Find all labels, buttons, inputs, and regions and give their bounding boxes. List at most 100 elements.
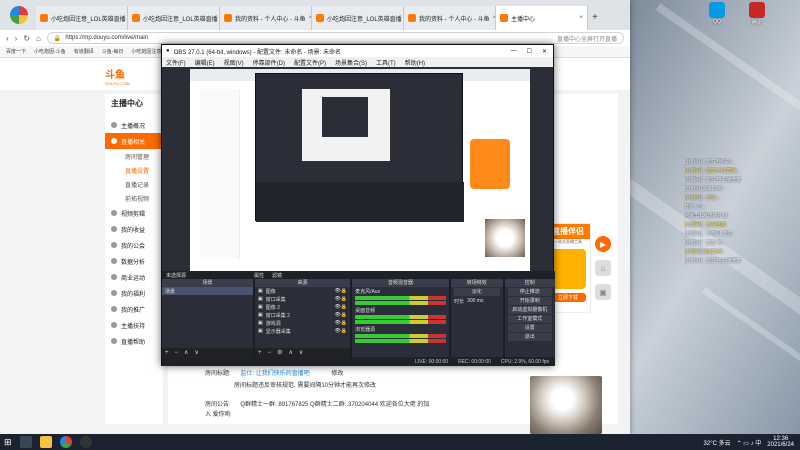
obs-menu-item[interactable]: 配置文件(P) <box>294 58 326 67</box>
windows-start-icon[interactable]: ⊞ <box>4 437 12 448</box>
tab[interactable]: 小吃炮因注意_LOL英雄直播× <box>128 6 220 30</box>
download-button[interactable]: 立即下载 <box>550 293 586 302</box>
control-button[interactable]: 启动虚拟摄像机 <box>507 306 552 314</box>
home-icon[interactable]: ⌂ <box>595 260 611 276</box>
control-button[interactable]: 停止推流 <box>507 288 552 296</box>
obs-menu-item[interactable]: 场景集合(S) <box>335 58 367 67</box>
browser-taskbar-icon[interactable] <box>59 436 72 448</box>
volume-meter[interactable] <box>355 339 447 343</box>
source-item[interactable]: ▣ 窗口采集 2 👁🔒 <box>255 311 350 319</box>
close-icon[interactable]: ✕ <box>542 48 547 55</box>
down-icon[interactable]: ∨ <box>194 349 198 356</box>
sidebar-item[interactable]: 直播相关 <box>105 133 163 149</box>
source-item[interactable]: ▣ 图像 👁🔒 <box>255 287 350 295</box>
down-icon[interactable]: ∨ <box>299 349 303 356</box>
volume-meter[interactable] <box>355 296 447 300</box>
obs-menu-item[interactable]: 编辑(E) <box>195 58 215 67</box>
desktop-icon[interactable]: 腾讯 <box>744 2 770 26</box>
obs-preview[interactable] <box>190 69 530 271</box>
source-item[interactable]: ▣ 图像 2 👁🔒 <box>255 303 350 311</box>
forward-icon[interactable]: › <box>15 34 18 43</box>
filters-button[interactable]: 滤镜 <box>272 272 282 279</box>
source-item[interactable]: ▣ 游戏源 👁🔒 <box>255 319 350 327</box>
sidebar-item[interactable]: 我的福利 <box>105 285 163 301</box>
source-item[interactable]: ▣ 显示器采集 👁🔒 <box>255 327 350 335</box>
tab-active[interactable]: 主播中心 × <box>496 6 588 30</box>
volume-meter[interactable] <box>355 315 447 319</box>
sidebar-item[interactable]: 我的收益 <box>105 221 163 237</box>
remove-icon[interactable]: − <box>175 350 179 356</box>
sidebar-item[interactable]: 视频剪辑 <box>105 205 163 221</box>
reload-icon[interactable]: ↻ <box>23 34 30 43</box>
bookmark-item[interactable]: 有道翻译 <box>74 48 94 55</box>
play-icon[interactable]: ▶ <box>595 236 611 252</box>
control-button[interactable]: 退出 <box>507 333 552 341</box>
duration-input[interactable]: 300 ms <box>467 298 483 304</box>
site-logo[interactable]: 斗鱼 DOUYU.COM <box>105 66 130 86</box>
add-icon[interactable]: + <box>258 350 262 356</box>
weather-widget[interactable]: 32°C 多云 <box>704 438 731 447</box>
up-icon[interactable]: ∧ <box>288 349 292 356</box>
sidebar-subitem[interactable]: 直播记录 <box>105 177 163 191</box>
visibility-lock-icon[interactable]: 👁🔒 <box>334 296 350 302</box>
bookmark-item[interactable]: 斗鱼-每日 <box>102 48 124 55</box>
obs-menu-item[interactable]: 工具(T) <box>376 58 396 67</box>
control-button[interactable]: 开始录制 <box>507 297 552 305</box>
sidebar-item[interactable]: 主播扶持 <box>105 317 163 333</box>
file-explorer-icon[interactable] <box>39 436 52 448</box>
properties-button[interactable]: 属性 <box>254 272 264 279</box>
obs-menu-item[interactable]: 视图(V) <box>224 58 244 67</box>
search-icon[interactable] <box>19 436 32 448</box>
tab[interactable]: 小吃炮因注意_LOL英雄直播× <box>312 6 404 30</box>
screenshot-icon[interactable]: ▣ <box>595 284 611 300</box>
visibility-lock-icon[interactable]: 👁🔒 <box>334 320 350 326</box>
up-icon[interactable]: ∧ <box>184 349 188 356</box>
tab[interactable]: 小吃炮因注意_LOL英雄直播× <box>36 6 128 30</box>
url-input[interactable]: 🔒 https://mp.douyu.com/live/main 直播中心全屏打… <box>46 32 624 44</box>
new-tab-icon[interactable]: + <box>592 6 598 30</box>
obs-menu-item[interactable]: 文件(F) <box>166 58 186 67</box>
visibility-lock-icon[interactable]: 👁🔒 <box>334 328 350 334</box>
home-icon[interactable]: ⌂ <box>36 34 41 43</box>
volume-meter[interactable] <box>355 320 447 324</box>
control-button[interactable]: 工作室模式 <box>507 315 552 323</box>
obs-menu-item[interactable]: 停靠部件(D) <box>253 58 285 67</box>
visibility-lock-icon[interactable]: 👁🔒 <box>334 304 350 310</box>
sidebar-item[interactable]: 商业运动 <box>105 269 163 285</box>
sidebar-item[interactable]: 主播概况 <box>105 117 163 133</box>
tray-icons[interactable]: ⌃ ▭ ♪ 中 <box>737 438 762 447</box>
transition-select[interactable]: 淡化 <box>454 288 500 296</box>
sidebar-subitem[interactable]: 前拓视频 <box>105 191 163 205</box>
remove-icon[interactable]: − <box>268 350 272 356</box>
clock[interactable]: 12:36 2021/6/24 <box>767 436 794 448</box>
visibility-lock-icon[interactable]: 👁🔒 <box>334 312 350 318</box>
source-item[interactable]: ▣ 窗口采集 👁🔒 <box>255 295 350 303</box>
back-icon[interactable]: ‹ <box>6 34 9 43</box>
volume-meter[interactable] <box>355 334 447 338</box>
obs-taskbar-icon[interactable] <box>79 436 92 448</box>
close-tab-icon[interactable]: × <box>579 15 583 21</box>
gear-icon[interactable]: ⚙ <box>277 349 282 356</box>
sidebar-item[interactable]: 我的推广 <box>105 301 163 317</box>
scene-item[interactable]: 场景 <box>162 287 254 295</box>
tab[interactable]: 我的资料 - 个人中心 - 斗鱼 × <box>220 6 312 30</box>
sidebar-subitem[interactable]: 房间管理 <box>105 149 163 163</box>
minimize-icon[interactable]: — <box>511 48 517 55</box>
bookmark-item[interactable]: 百度一下 <box>6 48 26 55</box>
visibility-lock-icon[interactable]: 👁🔒 <box>334 288 350 294</box>
browser-logo-icon[interactable] <box>10 6 28 24</box>
desktop-icon[interactable]: QQ <box>704 2 730 25</box>
sidebar-item[interactable]: 数据分析 <box>105 253 163 269</box>
sidebar-subitem[interactable]: 直播设置 <box>105 163 163 177</box>
modify-link[interactable]: 修改 <box>331 371 343 377</box>
obs-menu-item[interactable]: 帮助(H) <box>405 58 425 67</box>
volume-meter[interactable] <box>355 301 447 305</box>
tab[interactable]: 我的资料 - 个人中心 - 斗鱼 × <box>404 6 496 30</box>
maximize-icon[interactable]: ☐ <box>527 48 532 55</box>
tab-bar: 小吃炮因注意_LOL英雄直播× 小吃炮因注意_LOL英雄直播× 我的资料 - 个… <box>0 0 630 30</box>
sidebar-item[interactable]: 我的公会 <box>105 237 163 253</box>
add-icon[interactable]: + <box>165 350 169 356</box>
sidebar-item[interactable]: 直播帮助 <box>105 333 163 349</box>
bookmark-item[interactable]: 小吃炮因-斗鱼 <box>34 48 66 55</box>
control-button[interactable]: 设置 <box>507 324 552 332</box>
